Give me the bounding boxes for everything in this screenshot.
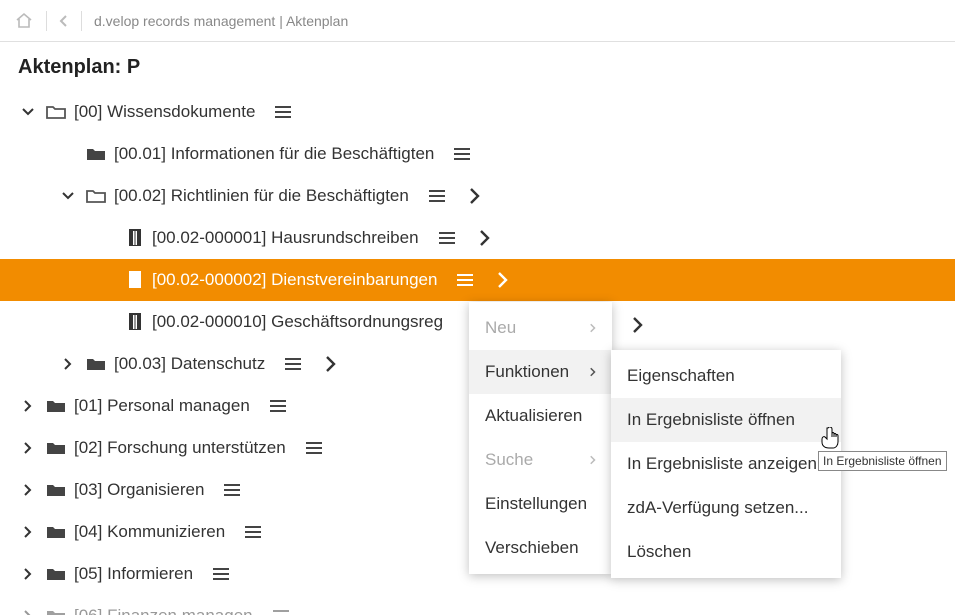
chevron-right-icon[interactable] [632, 316, 644, 334]
expander-expand[interactable] [18, 484, 38, 496]
node-label: [00] Wissensdokumente [74, 102, 255, 122]
title-prefix: Aktenplan: [18, 56, 127, 78]
tree-node[interactable]: [00.02-000001] Hausrundschreiben [0, 217, 955, 259]
menu-label: In Ergebnisliste öffnen [627, 410, 795, 430]
hamburger-icon[interactable] [429, 190, 445, 202]
folder-icon [46, 607, 66, 615]
node-label: [00.02-000001] Hausrundschreiben [152, 228, 419, 248]
hamburger-icon[interactable] [457, 274, 473, 286]
folder-icon [86, 145, 106, 163]
submenu-arrow-icon [590, 450, 596, 470]
menu-label: Suche [485, 450, 533, 470]
menu-item-suche[interactable]: Suche [469, 438, 612, 482]
chevron-right-icon[interactable] [325, 355, 337, 373]
folder-icon [46, 523, 66, 541]
hamburger-icon[interactable] [275, 106, 291, 118]
back-icon[interactable] [59, 15, 69, 27]
menu-item-funktionen[interactable]: Funktionen [469, 350, 612, 394]
menu-item-in-ergebnisliste-oeffnen[interactable]: In Ergebnisliste öffnen [611, 398, 841, 442]
hamburger-icon[interactable] [245, 526, 261, 538]
hamburger-icon[interactable] [454, 148, 470, 160]
menu-label: Funktionen [485, 362, 569, 382]
node-label: [05] Informieren [74, 564, 193, 584]
menu-label: Einstellungen [485, 494, 587, 514]
submenu-arrow-icon [590, 318, 596, 338]
node-label: [04] Kommunizieren [74, 522, 225, 542]
top-bar: d.velop records management | Aktenplan [0, 0, 955, 42]
tree-node-selected[interactable]: [00.02-000002] Dienstvereinbarungen [0, 259, 955, 301]
file-icon [126, 228, 144, 248]
expander-collapse[interactable] [58, 192, 78, 200]
expander-expand[interactable] [18, 526, 38, 538]
tree-node[interactable]: [00.01] Informationen für die Beschäftig… [0, 133, 955, 175]
menu-label: Neu [485, 318, 516, 338]
node-label: [03] Organisieren [74, 480, 204, 500]
file-icon [126, 312, 144, 332]
node-label: [00.02] Richtlinien für die Beschäftigte… [114, 186, 409, 206]
menu-label: zdA-Verfügung setzen... [627, 498, 808, 518]
home-icon[interactable] [14, 11, 34, 31]
tree-node[interactable]: [00.02] Richtlinien für die Beschäftigte… [0, 175, 955, 217]
folder-icon [46, 397, 66, 415]
expander-expand[interactable] [58, 358, 78, 370]
folder-icon [46, 439, 66, 457]
context-menu: Neu Funktionen Aktualisieren Suche Einst… [469, 302, 612, 574]
node-label: [00.02-000010] Geschäftsordnungsreg [152, 312, 443, 332]
menu-item-zda-verfuegung[interactable]: zdA-Verfügung setzen... [611, 486, 841, 530]
node-label: [00.02-000002] Dienstvereinbarungen [152, 270, 437, 290]
hamburger-icon[interactable] [439, 232, 455, 244]
menu-item-neu[interactable]: Neu [469, 306, 612, 350]
tree-node[interactable]: [00] Wissensdokumente [0, 91, 955, 133]
folder-icon [46, 565, 66, 583]
expander-expand[interactable] [18, 400, 38, 412]
submenu-arrow-icon [590, 362, 596, 382]
separator [46, 11, 47, 31]
file-icon [126, 270, 144, 290]
hamburger-icon[interactable] [213, 568, 229, 580]
separator [81, 11, 82, 31]
breadcrumb: d.velop records management | Aktenplan [94, 13, 348, 29]
hamburger-icon[interactable] [285, 358, 301, 370]
folder-open-icon [86, 187, 106, 205]
menu-label: Aktualisieren [485, 406, 582, 426]
node-label: [00.03] Datenschutz [114, 354, 265, 374]
menu-item-eigenschaften[interactable]: Eigenschaften [611, 354, 841, 398]
menu-item-loeschen[interactable]: Löschen [611, 530, 841, 574]
menu-label: Eigenschaften [627, 366, 735, 386]
expander-expand[interactable] [18, 442, 38, 454]
page-title: Aktenplan: P [0, 42, 955, 87]
menu-item-verschieben[interactable]: Verschieben [469, 526, 612, 570]
menu-label: Löschen [627, 542, 691, 562]
expander-collapse[interactable] [18, 108, 38, 116]
menu-item-in-ergebnisliste-anzeigen[interactable]: In Ergebnisliste anzeigen [611, 442, 841, 486]
hamburger-icon[interactable] [306, 442, 322, 454]
menu-item-aktualisieren[interactable]: Aktualisieren [469, 394, 612, 438]
hamburger-icon[interactable] [270, 400, 286, 412]
title-value: P [127, 56, 140, 78]
node-label: [01] Personal managen [74, 396, 250, 416]
folder-icon [46, 481, 66, 499]
tooltip: In Ergebnisliste öffnen [818, 451, 947, 471]
chevron-right-icon[interactable] [469, 187, 481, 205]
chevron-right-icon[interactable] [479, 229, 491, 247]
menu-label: Verschieben [485, 538, 579, 558]
hamburger-icon[interactable] [273, 610, 289, 615]
menu-item-einstellungen[interactable]: Einstellungen [469, 482, 612, 526]
folder-open-icon [46, 103, 66, 121]
context-submenu-funktionen: Eigenschaften In Ergebnisliste öffnen In… [611, 350, 841, 578]
hamburger-icon[interactable] [224, 484, 240, 496]
tree-node[interactable]: [06] Finanzen managen [0, 595, 955, 615]
expander-expand[interactable] [18, 610, 38, 615]
folder-icon [86, 355, 106, 373]
chevron-right-icon[interactable] [497, 271, 509, 289]
node-label: [00.01] Informationen für die Beschäftig… [114, 144, 434, 164]
menu-label: In Ergebnisliste anzeigen [627, 454, 817, 474]
node-label: [06] Finanzen managen [74, 606, 253, 615]
node-label: [02] Forschung unterstützen [74, 438, 286, 458]
expander-expand[interactable] [18, 568, 38, 580]
